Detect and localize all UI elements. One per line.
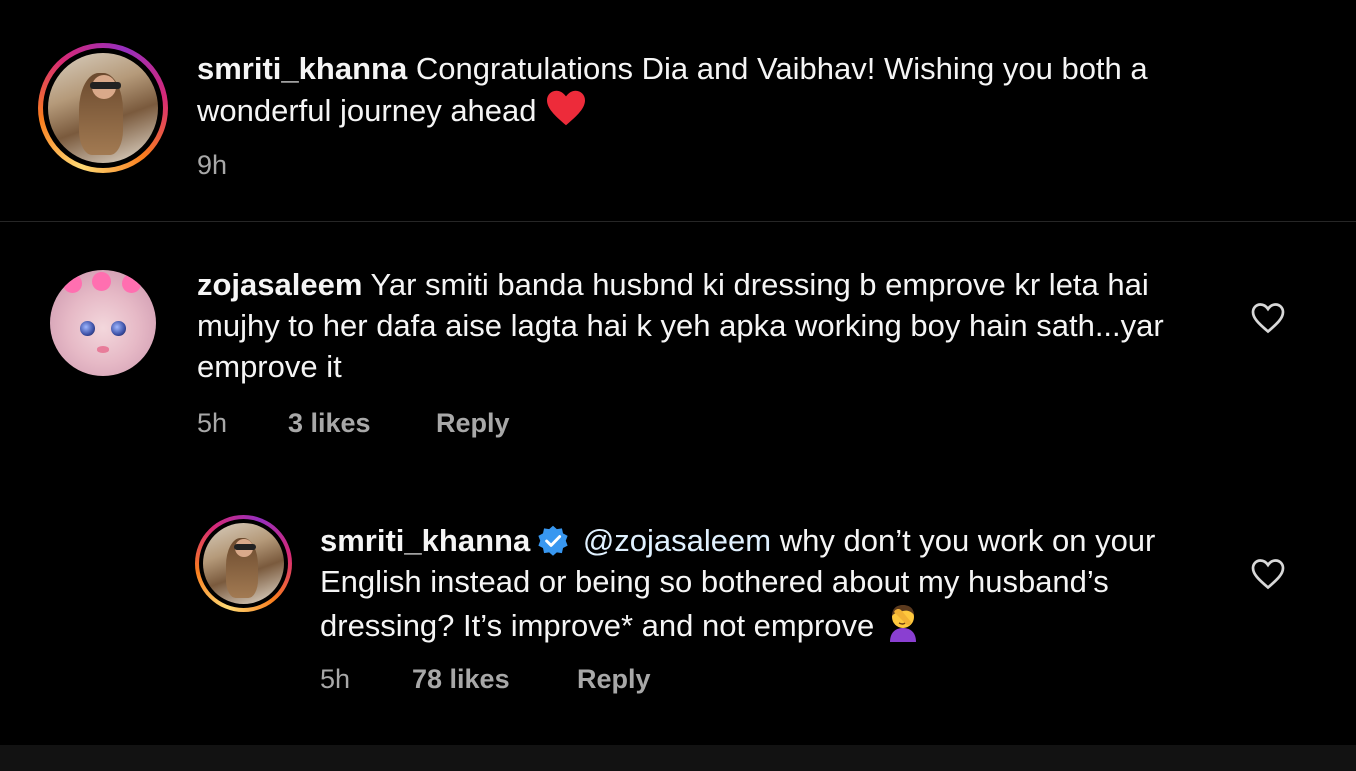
red-heart-icon xyxy=(547,90,586,126)
reply-avatar[interactable] xyxy=(195,515,292,612)
verified-badge-icon xyxy=(538,525,568,556)
caption-time: 9h xyxy=(197,150,228,180)
caption-divider xyxy=(0,221,1356,222)
reply-meta: 5h 78 likes Reply xyxy=(320,664,651,695)
reply-text: smriti_khanna @zojasaleem why don’t you … xyxy=(320,520,1200,646)
comment-likes[interactable]: 3 likes xyxy=(288,408,371,439)
comment-meta: 5h 3 likes Reply xyxy=(197,408,510,439)
mention-link[interactable]: @zojasaleem xyxy=(583,523,771,558)
caption-text: smriti_khanna Congratulations Dia and Va… xyxy=(197,48,1277,131)
reply-username[interactable]: smriti_khanna xyxy=(320,523,530,558)
facepalm-icon xyxy=(889,605,916,642)
reply-reply-button[interactable]: Reply xyxy=(577,664,651,695)
comment-username[interactable]: zojasaleem xyxy=(197,267,362,302)
caption-username[interactable]: smriti_khanna xyxy=(197,51,407,86)
comments-screen: smriti_khanna Congratulations Dia and Va… xyxy=(0,0,1356,745)
caption-avatar[interactable] xyxy=(38,43,168,173)
like-heart-icon[interactable] xyxy=(1250,301,1286,335)
like-heart-icon[interactable] xyxy=(1250,557,1286,591)
comment-text: zojasaleem Yar smiti banda husbnd ki dre… xyxy=(197,264,1227,387)
reply-likes[interactable]: 78 likes xyxy=(412,664,510,695)
bottom-bar xyxy=(0,745,1356,771)
reply-time: 5h xyxy=(320,664,351,694)
comment-time: 5h xyxy=(197,408,228,438)
reply-button[interactable]: Reply xyxy=(436,408,510,439)
post-caption: smriti_khanna Congratulations Dia and Va… xyxy=(0,0,1356,221)
commenter-avatar[interactable] xyxy=(50,270,156,376)
